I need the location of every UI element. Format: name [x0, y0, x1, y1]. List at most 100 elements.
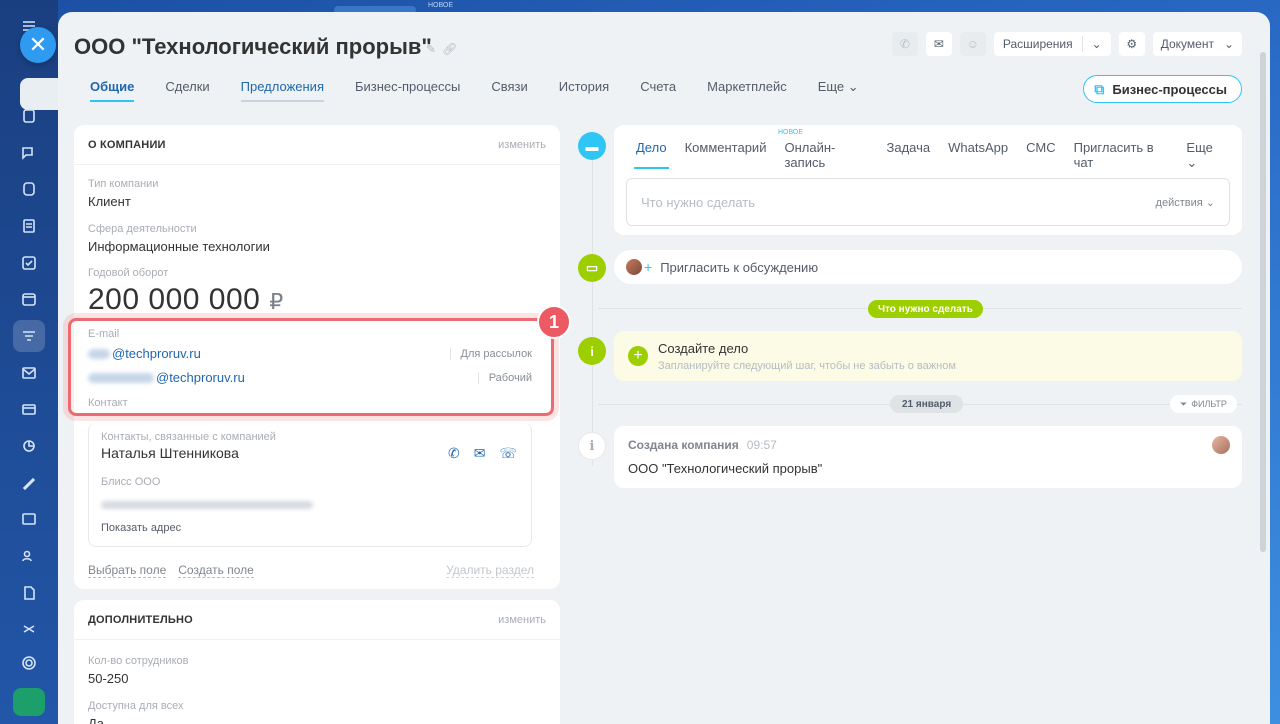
employees-field[interactable]: Кол-во сотрудников 50-250 — [88, 655, 188, 686]
tab-more[interactable]: Еще ⌄ — [818, 79, 859, 102]
plus-icon: + — [644, 259, 653, 275]
shop-icon[interactable] — [13, 393, 45, 425]
tab-task[interactable]: Задача — [887, 140, 931, 171]
card-footer-links: Выбрать поле Создать поле — [88, 563, 254, 578]
chat-icon[interactable]: ☏ — [499, 445, 517, 462]
new-badge: Новое — [778, 129, 804, 136]
field-value: Информационные технологии — [88, 239, 270, 254]
crm-icon[interactable] — [13, 320, 45, 352]
tab-booking[interactable]: Онлайн-запись — [784, 140, 868, 171]
actions-label: действия — [1155, 196, 1203, 209]
tasks-icon[interactable] — [13, 100, 45, 132]
gear-icon[interactable]: ⚙ — [1118, 32, 1145, 56]
business-processes-label: Бизнес-процессы — [1112, 81, 1227, 97]
chat-button[interactable]: ☺ — [959, 32, 986, 56]
sign-icon[interactable] — [13, 467, 45, 499]
delete-section-link[interactable]: Удалить раздел — [446, 563, 534, 578]
chat-icon[interactable] — [13, 137, 45, 169]
mail-button[interactable]: ✉ — [925, 32, 952, 56]
tab-general[interactable]: Общие — [90, 79, 135, 102]
create-title: Создайте дело — [658, 341, 749, 356]
robot-icon[interactable] — [13, 613, 45, 645]
company-type-field[interactable]: Тип компании Клиент — [88, 178, 158, 209]
tab-invite-chat[interactable]: Пригласить в чат — [1074, 140, 1169, 171]
contacts-label: Контакты, связанные с компанией Наталья … — [101, 431, 276, 461]
phone-icon[interactable]: ✆ — [448, 445, 460, 462]
mail-icon[interactable] — [13, 357, 45, 389]
edit-link[interactable]: изменить — [498, 614, 546, 626]
chevron-down-icon: ⌄ — [1186, 155, 1198, 170]
edit-link[interactable]: изменить — [498, 139, 546, 151]
tab-sms[interactable]: СМС — [1026, 140, 1055, 171]
settings-icon[interactable] — [13, 647, 45, 679]
checkbox-icon[interactable] — [13, 247, 45, 279]
field-label: Кол-во сотрудников — [88, 655, 189, 667]
contact-name[interactable]: Наталья Штенникова — [101, 445, 276, 461]
tab-deals[interactable]: Сделки — [165, 79, 209, 102]
chevron-down-icon[interactable]: ⌄ — [1083, 32, 1111, 56]
extensions-button[interactable]: Расширения ⌄ — [993, 32, 1111, 56]
activity-composer: Новое Дело Комментарий Онлайн-запись Зад… — [614, 125, 1242, 235]
tab-offers[interactable]: Предложения — [240, 79, 325, 102]
event-title: Создана компания 09:57 — [628, 438, 777, 452]
tab-marketplace[interactable]: Маркетплейс — [707, 79, 787, 102]
todo-placeholder: Что нужно сделать — [641, 194, 755, 210]
available-field[interactable]: Доступна для всех Да — [88, 700, 184, 724]
tab-more[interactable]: Еще ⌄ — [1186, 140, 1224, 171]
docs-icon[interactable] — [13, 210, 45, 242]
invite-discussion[interactable]: + Пригласить к обсуждению — [614, 250, 1242, 284]
drive-icon[interactable] — [13, 173, 45, 205]
create-activity-card[interactable]: + Создайте дело Запланируйте следующий ш… — [614, 331, 1242, 381]
users-icon[interactable] — [13, 540, 45, 572]
create-field-link[interactable]: Создать поле — [178, 563, 254, 578]
actions-dropdown[interactable]: действия ⌄ — [1156, 196, 1215, 209]
calendar-icon[interactable] — [13, 283, 45, 315]
tab-whatsapp[interactable]: WhatsApp — [948, 140, 1008, 171]
background-new-tag: НОВОЕ — [428, 2, 454, 9]
blurred-text — [101, 501, 313, 509]
select-field-link[interactable]: Выбрать поле — [88, 563, 167, 578]
file-icon[interactable] — [13, 577, 45, 609]
avatar[interactable] — [1212, 436, 1230, 454]
tab-activity[interactable]: Дело — [634, 140, 669, 171]
industry-field[interactable]: Сфера деятельности Информационные технол… — [88, 223, 270, 254]
contact-actions: ✆ ✉ ☏ — [448, 445, 517, 462]
left-sidebar — [0, 0, 58, 724]
document-button[interactable]: Документ ⌄ — [1152, 32, 1242, 56]
mail-icon[interactable]: ✉ — [474, 445, 486, 462]
filter-icon: ⏷ — [1180, 398, 1188, 409]
link-icon[interactable]: 🔗︎ — [442, 42, 457, 56]
tab-invoices[interactable]: Счета — [640, 79, 676, 102]
event-time: 09:57 — [746, 438, 777, 452]
currency-symbol: ₽ — [269, 289, 284, 314]
revenue-field[interactable]: Годовой оборот 200 000 000 ₽ — [88, 267, 284, 317]
tab-links[interactable]: Связи — [491, 79, 527, 102]
app-store-icon[interactable] — [13, 688, 45, 716]
business-processes-button[interactable]: ⧉ Бизнес-процессы — [1083, 75, 1242, 103]
contact-block: Контакты, связанные с компанией Наталья … — [88, 423, 532, 547]
close-slider-button[interactable]: ✕ — [20, 27, 56, 63]
history-event: Создана компания 09:57 ООО "Технологическ… — [614, 426, 1242, 488]
tab-comment[interactable]: Комментарий — [685, 140, 767, 171]
analytics-icon[interactable] — [13, 430, 45, 462]
tab-business-processes[interactable]: Бизнес-процессы — [355, 79, 460, 102]
field-label: Доступна для всех — [88, 700, 184, 712]
plus-circle-icon[interactable]: + — [628, 346, 648, 366]
chevron-down-icon: ⌄ — [847, 79, 859, 94]
field-label: Годовой оборот — [88, 267, 169, 279]
contact-company: Блисс ООО Показать адрес — [101, 476, 315, 534]
filter-button[interactable]: ⏷ ФИЛЬТР — [1170, 395, 1237, 413]
filter-label: ФИЛЬТР — [1191, 399, 1227, 409]
tab-history[interactable]: История — [559, 79, 609, 102]
avatar — [626, 259, 642, 275]
scrollbar[interactable] — [1260, 52, 1266, 552]
extensions-label[interactable]: Расширения — [994, 32, 1082, 56]
field-label: Блисс ООО — [101, 476, 161, 488]
email-highlight-frame — [68, 318, 554, 416]
id-card-icon[interactable] — [13, 503, 45, 535]
show-address-link[interactable]: Показать адрес — [101, 522, 315, 534]
section-title: О компании — [88, 138, 166, 151]
pencil-icon[interactable]: ✎ — [426, 42, 436, 56]
phone-icon[interactable]: ✆ — [891, 32, 918, 56]
todo-input[interactable]: Что нужно сделать действия ⌄ — [626, 178, 1230, 226]
